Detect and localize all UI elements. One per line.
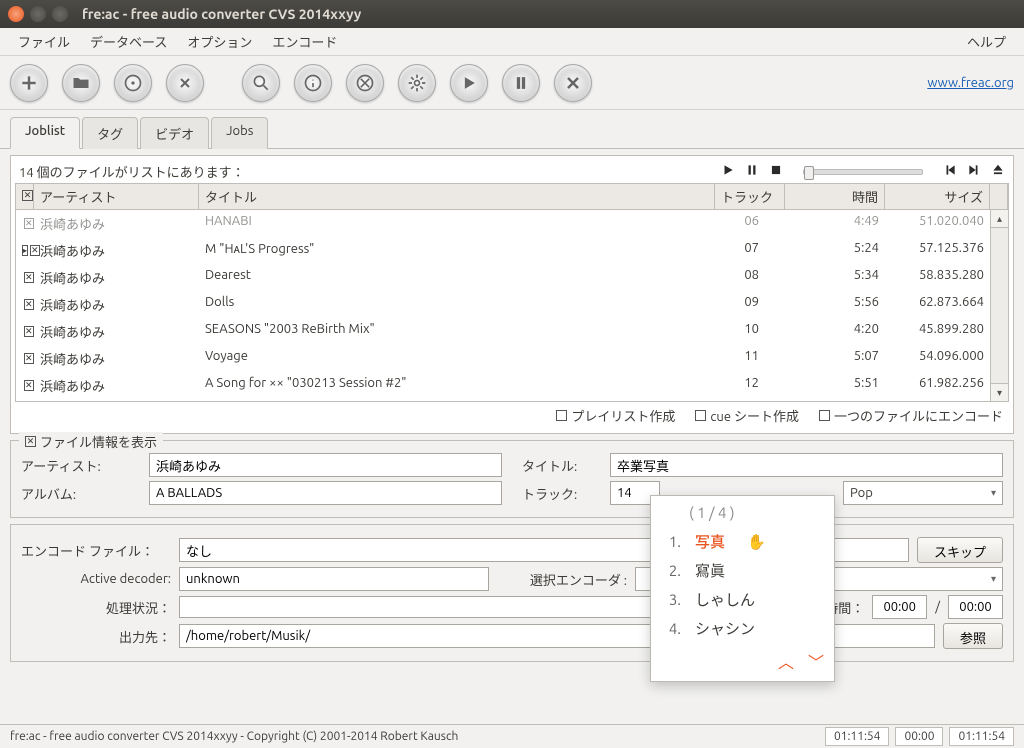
info-button[interactable] — [294, 64, 332, 102]
output-label: 出力先： — [21, 627, 171, 646]
eject-icon[interactable] — [991, 163, 1005, 180]
menu-help[interactable]: ヘルプ — [957, 28, 1016, 55]
opt-onefile[interactable]: 一つのファイルにエンコード — [819, 406, 1003, 425]
ime-candidate[interactable]: 2.寫眞 — [661, 556, 824, 585]
menubar: ファイル データベース オプション エンコード ヘルプ — [0, 28, 1024, 56]
remove-button[interactable] — [166, 64, 204, 102]
stop-button[interactable] — [554, 64, 592, 102]
title-label: タイトル: — [522, 456, 602, 475]
status-time-2: 00:00 — [895, 727, 943, 746]
cd-button[interactable] — [114, 64, 152, 102]
toolbar: www.freac.org — [0, 56, 1024, 110]
ime-prev-icon[interactable]: ︿ — [778, 649, 794, 673]
scrollbar[interactable]: ▴ ▾ — [990, 210, 1008, 401]
col-time[interactable]: 時間 — [785, 184, 885, 209]
window-minimize-icon[interactable] — [30, 6, 46, 22]
table-row[interactable]: ▸✕浜崎あゆみM "HᴀL'S Progress"075:2457.125.37… — [16, 237, 1008, 264]
table-row[interactable]: ✕浜崎あゆみA Song for ×× "030213 Session #2"1… — [16, 372, 1008, 399]
col-track[interactable]: トラック — [715, 184, 785, 209]
col-title[interactable]: タイトル — [199, 184, 715, 209]
joblist-summary: 14 個のファイルがリストにあります： — [19, 162, 721, 181]
tab-tag[interactable]: タグ — [82, 117, 138, 149]
table-row[interactable]: ✕浜崎あゆみHANABI064:4951.020.040 — [16, 210, 1008, 237]
next-icon[interactable] — [967, 163, 981, 180]
skip-button[interactable]: スキップ — [917, 537, 1003, 563]
col-size[interactable]: サイズ — [885, 184, 990, 209]
joblist-rows: ✕浜崎あゆみHANABI064:4951.020.040▸✕浜崎あゆみM "Hᴀ… — [15, 210, 1009, 402]
status-time-1: 01:11:54 — [825, 727, 890, 746]
status-time-3: 01:11:54 — [949, 727, 1014, 746]
search-button[interactable] — [242, 64, 280, 102]
encode-group: エンコード ファイル： スキップ Active decoder: 選択エンコーダ… — [10, 524, 1014, 662]
fileinfo-toggle[interactable]: ✕ — [25, 436, 36, 447]
ime-next-icon[interactable]: ﹀ — [808, 649, 824, 673]
window-maximize-icon[interactable] — [52, 6, 68, 22]
menu-database[interactable]: データベース — [80, 28, 177, 55]
column-headers: ✕ アーティスト タイトル トラック 時間 サイズ — [15, 183, 1009, 210]
table-row[interactable]: ✕浜崎あゆみVoyage115:0754.096.000 — [16, 345, 1008, 372]
tab-joblist[interactable]: Joblist — [10, 117, 80, 149]
progress-label: 処理状況： — [21, 598, 171, 617]
menu-options[interactable]: オプション — [177, 28, 262, 55]
ime-counter: ( 1 / 4 ) — [661, 504, 824, 521]
settings-button[interactable] — [398, 64, 436, 102]
table-row[interactable]: ✕浜崎あゆみSEASONS "2003 ReBirth Mix"104:2045… — [16, 318, 1008, 345]
table-row[interactable]: ✕浜崎あゆみDearest085:3458.835.280 — [16, 264, 1008, 291]
artist-label: アーティスト: — [21, 456, 141, 475]
menu-file[interactable]: ファイル — [8, 28, 80, 55]
table-row[interactable]: ✕浜崎あゆみWho... "Across the Universe"135:36… — [16, 399, 1008, 402]
pause-button[interactable] — [502, 64, 540, 102]
cancel-button[interactable] — [346, 64, 384, 102]
fileinfo-legend: ファイル情報を表示 — [40, 432, 157, 451]
tab-jobs[interactable]: Jobs — [211, 117, 268, 149]
decoder-label: Active decoder: — [21, 572, 171, 586]
opt-playlist[interactable]: プレイリスト作成 — [556, 406, 675, 425]
play-button[interactable] — [450, 64, 488, 102]
tabstrip: Joblist タグ ビデオ Jobs — [0, 110, 1024, 149]
col-artist[interactable]: アーティスト — [34, 184, 199, 209]
window-titlebar: fre:ac - free audio converter CVS 2014xx… — [0, 0, 1024, 28]
window-close-icon[interactable] — [8, 6, 24, 22]
ime-candidate[interactable]: 1.写真✋ — [661, 527, 824, 556]
stop-icon[interactable] — [769, 163, 783, 180]
ime-candidate[interactable]: 3.しゃしん — [661, 585, 824, 614]
fileinfo-group: ✕ファイル情報を表示 アーティスト: アルバム: タイトル: トラック: Pop — [10, 440, 1014, 518]
artist-input[interactable] — [149, 453, 502, 477]
website-link[interactable]: www.freac.org — [927, 76, 1014, 90]
add-folder-button[interactable] — [62, 64, 100, 102]
scroll-down-icon[interactable]: ▾ — [991, 383, 1008, 401]
scroll-up-icon[interactable]: ▴ — [991, 210, 1008, 228]
ime-candidate-popup: ( 1 / 4 ) 1.写真✋2.寫眞3.しゃしん4.シャシン ︿ ﹀ — [650, 495, 835, 682]
track-label: トラック: — [522, 484, 602, 503]
time-total — [948, 595, 1003, 619]
col-check[interactable]: ✕ — [16, 184, 34, 209]
opt-cuesheet[interactable]: cue シート作成 — [695, 406, 799, 425]
tab-video[interactable]: ビデオ — [140, 117, 209, 149]
browse-button[interactable]: 参照 — [943, 623, 1003, 649]
joblist-pane: 14 個のファイルがリストにあります： ✕ アーティスト タイトル トラック 時… — [10, 155, 1014, 434]
album-label: アルバム: — [21, 484, 141, 503]
status-text: fre:ac - free audio converter CVS 2014xx… — [10, 730, 458, 743]
window-title: fre:ac - free audio converter CVS 2014xx… — [82, 6, 361, 22]
statusbar: fre:ac - free audio converter CVS 2014xx… — [0, 724, 1024, 748]
encoder-label: 選択エンコーダ : — [497, 570, 627, 589]
seek-slider[interactable] — [803, 169, 923, 175]
album-input[interactable] — [149, 481, 502, 505]
table-row[interactable]: ✕浜崎あゆみDolls095:5662.873.664 — [16, 291, 1008, 318]
encodefile-label: エンコード ファイル： — [21, 541, 171, 560]
time-elapsed — [872, 595, 927, 619]
pause-icon[interactable] — [745, 163, 759, 180]
genre-select[interactable]: Pop — [843, 481, 1003, 505]
menu-encode[interactable]: エンコード — [262, 28, 347, 55]
add-files-button[interactable] — [10, 64, 48, 102]
decoder-input[interactable] — [179, 567, 489, 591]
title-input[interactable] — [610, 453, 1003, 477]
play-icon[interactable] — [721, 163, 735, 180]
prev-icon[interactable] — [943, 163, 957, 180]
ime-candidate[interactable]: 4.シャシン — [661, 614, 824, 643]
